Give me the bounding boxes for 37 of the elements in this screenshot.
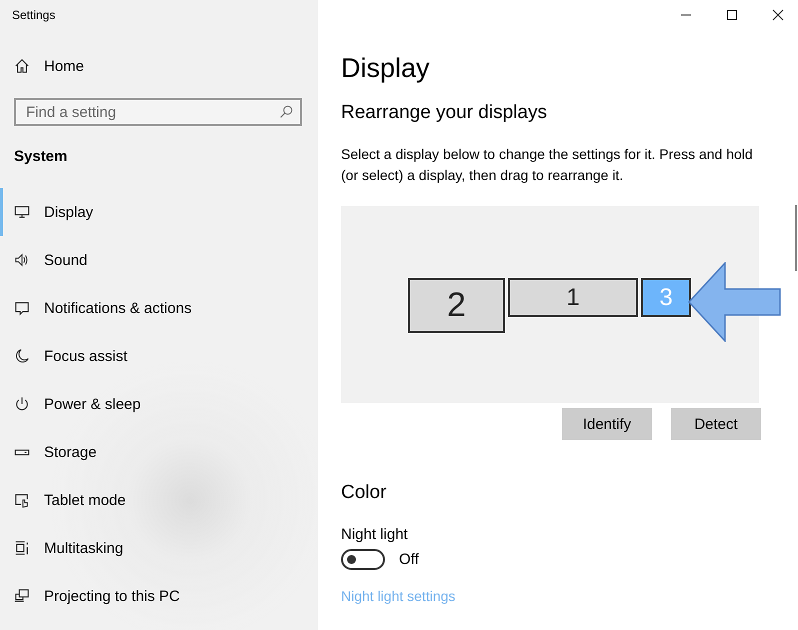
sidebar-item[interactable]: Multitasking	[0, 524, 318, 572]
close-icon[interactable]	[772, 8, 784, 20]
page-title: Display	[341, 53, 431, 84]
speech-bubble-icon	[14, 300, 30, 316]
sidebar-item[interactable]: Projecting to this PC	[0, 572, 318, 620]
scrollbar[interactable]	[795, 205, 797, 271]
moon-icon	[14, 348, 30, 364]
tablet-icon	[14, 492, 30, 508]
maximize-icon[interactable]	[726, 8, 738, 20]
home-icon	[14, 58, 30, 74]
section-heading: System	[14, 148, 68, 165]
monitor-tile[interactable]: 1	[508, 278, 638, 317]
toggle-state: Off	[399, 551, 419, 568]
window-title: Settings	[11, 7, 56, 22]
monitor-tile[interactable]: 2	[408, 278, 505, 333]
windows-icon	[14, 540, 30, 556]
setting-label: Night light	[341, 526, 409, 543]
sidebar-item[interactable]: Notifications & actions	[0, 284, 318, 332]
detect-button[interactable]: Detect	[671, 408, 761, 440]
section-heading: Rearrange your displays	[341, 102, 548, 124]
sidebar-item[interactable]: Sound	[0, 236, 318, 284]
section-heading: Color	[341, 482, 388, 504]
sidebar-item[interactable]: Storage	[0, 428, 318, 476]
search-field[interactable]: Find a setting	[14, 98, 302, 126]
speaker-icon	[14, 252, 30, 268]
power-icon	[14, 396, 30, 412]
sidebar-item[interactable]: Power & sleep	[0, 380, 318, 428]
monitor-icon	[14, 204, 30, 220]
sidebar-item[interactable]: Focus assist	[0, 332, 318, 380]
description-text: Select a display below to change the settings for it. Press and hold (or select) a display, then drag to rearrange it.	[341, 145, 754, 185]
identify-button[interactable]: Identify	[562, 408, 652, 440]
sidebar-item[interactable]: Tablet mode	[0, 476, 318, 524]
screens-icon	[14, 588, 30, 604]
search-icon	[278, 104, 294, 120]
toggle-switch[interactable]	[341, 549, 385, 570]
sidebar-item[interactable]: Display	[0, 188, 318, 236]
home-link[interactable]: Home	[0, 54, 318, 78]
